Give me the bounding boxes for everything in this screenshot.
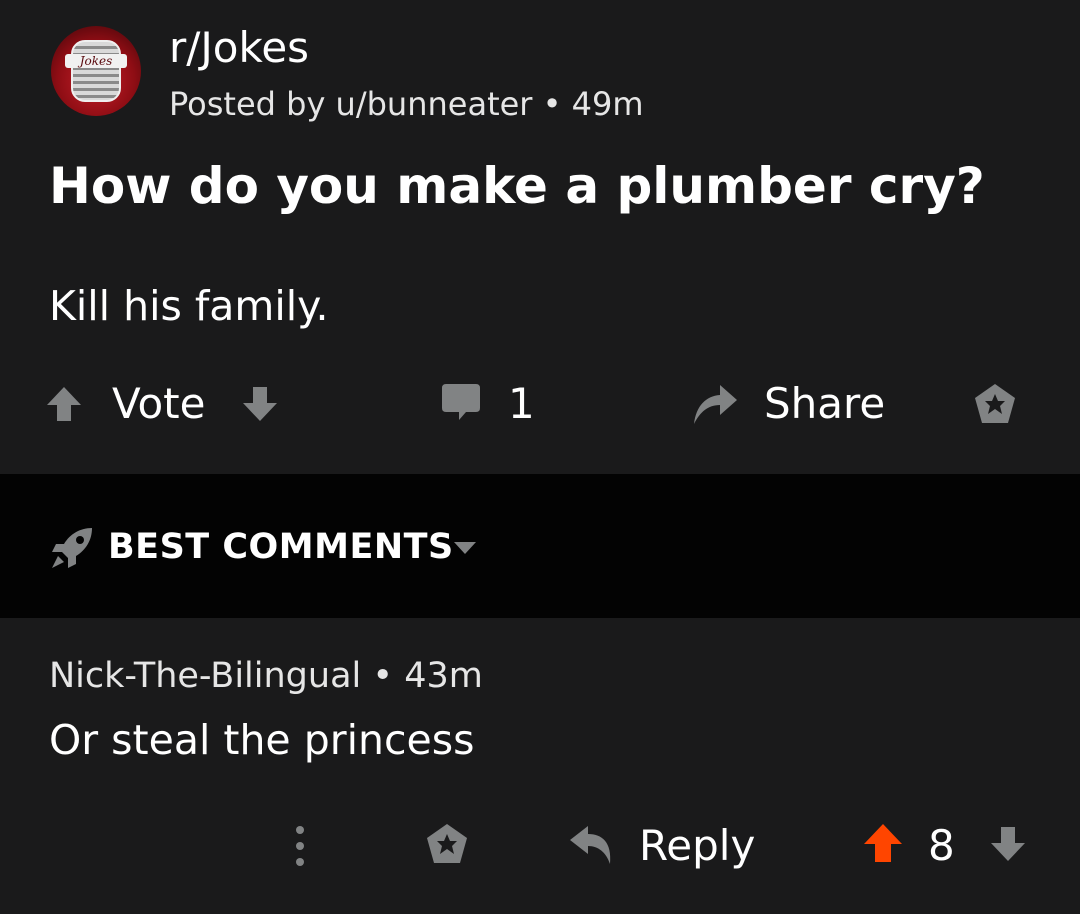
comment-meta: Nick-The-Bilingual • 43m <box>49 654 483 698</box>
sort-label[interactable]: BEST COMMENTS <box>108 524 454 570</box>
comment-body: Or steal the princess <box>49 716 475 764</box>
upvote-arrow-icon[interactable] <box>862 822 904 864</box>
reply-arrow-icon[interactable] <box>568 824 614 866</box>
posted-by[interactable]: Posted by u/bunneater <box>169 85 532 123</box>
subreddit-name[interactable]: r/Jokes <box>169 20 309 76</box>
post-meta: Posted by u/bunneater • 49m <box>169 82 644 126</box>
post-body: Kill his family. <box>49 282 329 330</box>
post-action-bar: Vote 1 Share <box>0 368 1080 440</box>
comment-score: 8 <box>928 821 955 870</box>
downvote-arrow-icon[interactable] <box>240 384 280 424</box>
downvote-arrow-icon[interactable] <box>988 824 1028 864</box>
reply-label[interactable]: Reply <box>639 816 755 876</box>
microphone-icon <box>71 40 121 102</box>
avatar-logo-text: Jokes <box>65 54 127 68</box>
post-card: Jokes r/Jokes Posted by u/bunneater • 49… <box>0 0 1080 474</box>
comment-count[interactable]: 1 <box>508 374 535 434</box>
comment-sort-bar[interactable]: BEST COMMENTS <box>0 474 1080 618</box>
vote-label: Vote <box>112 379 206 428</box>
rocket-icon <box>52 528 92 568</box>
upvote-arrow-icon[interactable] <box>44 384 84 424</box>
meta-separator: • <box>372 656 394 696</box>
comment-action-bar: Reply 8 <box>0 810 1080 882</box>
chevron-down-icon[interactable] <box>452 540 478 556</box>
comment-author[interactable]: Nick-The-Bilingual <box>49 656 361 696</box>
comment-bubble-icon[interactable] <box>440 382 482 424</box>
award-icon[interactable] <box>972 382 1018 428</box>
more-vertical-icon[interactable] <box>290 824 310 870</box>
post-age: 49m <box>571 85 644 123</box>
share-arrow-icon[interactable] <box>690 380 740 426</box>
award-icon[interactable] <box>424 822 470 868</box>
subreddit-avatar[interactable]: Jokes <box>51 26 141 116</box>
comment: Nick-The-Bilingual • 43m Or steal the pr… <box>0 618 1080 914</box>
share-label[interactable]: Share <box>764 374 885 434</box>
post-title[interactable]: How do you make a plumber cry? <box>49 150 985 222</box>
meta-separator: • <box>542 85 562 123</box>
comment-age: 43m <box>404 656 483 696</box>
